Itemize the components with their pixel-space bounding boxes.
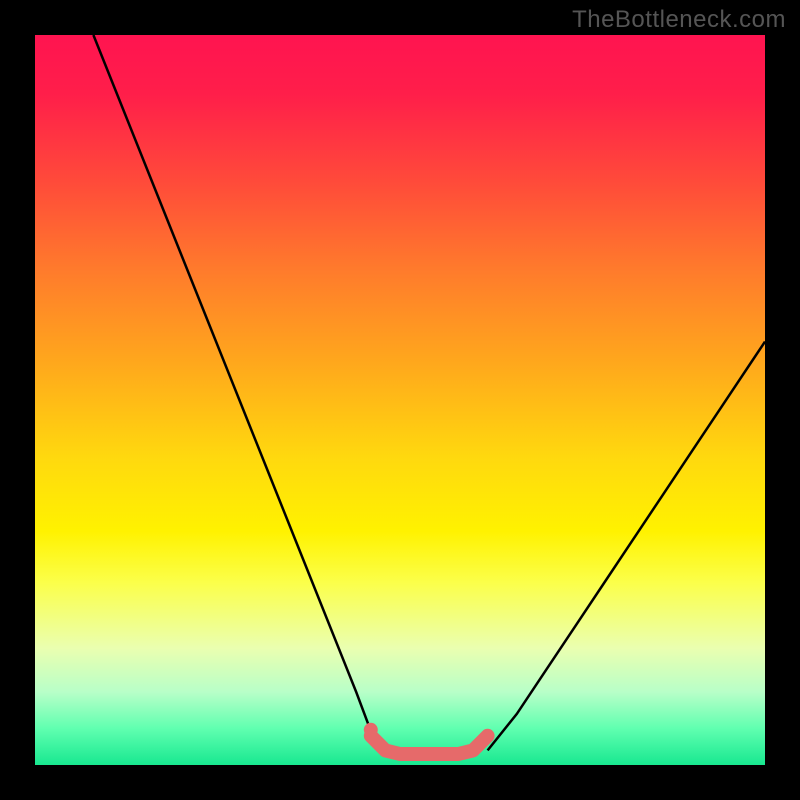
curve-layer bbox=[35, 35, 765, 765]
trough-dot bbox=[364, 723, 378, 737]
trough-marker bbox=[371, 736, 488, 754]
chart-frame: TheBottleneck.com bbox=[0, 0, 800, 800]
right-curve bbox=[488, 342, 765, 751]
plot-area bbox=[35, 35, 765, 765]
left-curve bbox=[93, 35, 378, 750]
watermark-text: TheBottleneck.com bbox=[572, 6, 786, 34]
